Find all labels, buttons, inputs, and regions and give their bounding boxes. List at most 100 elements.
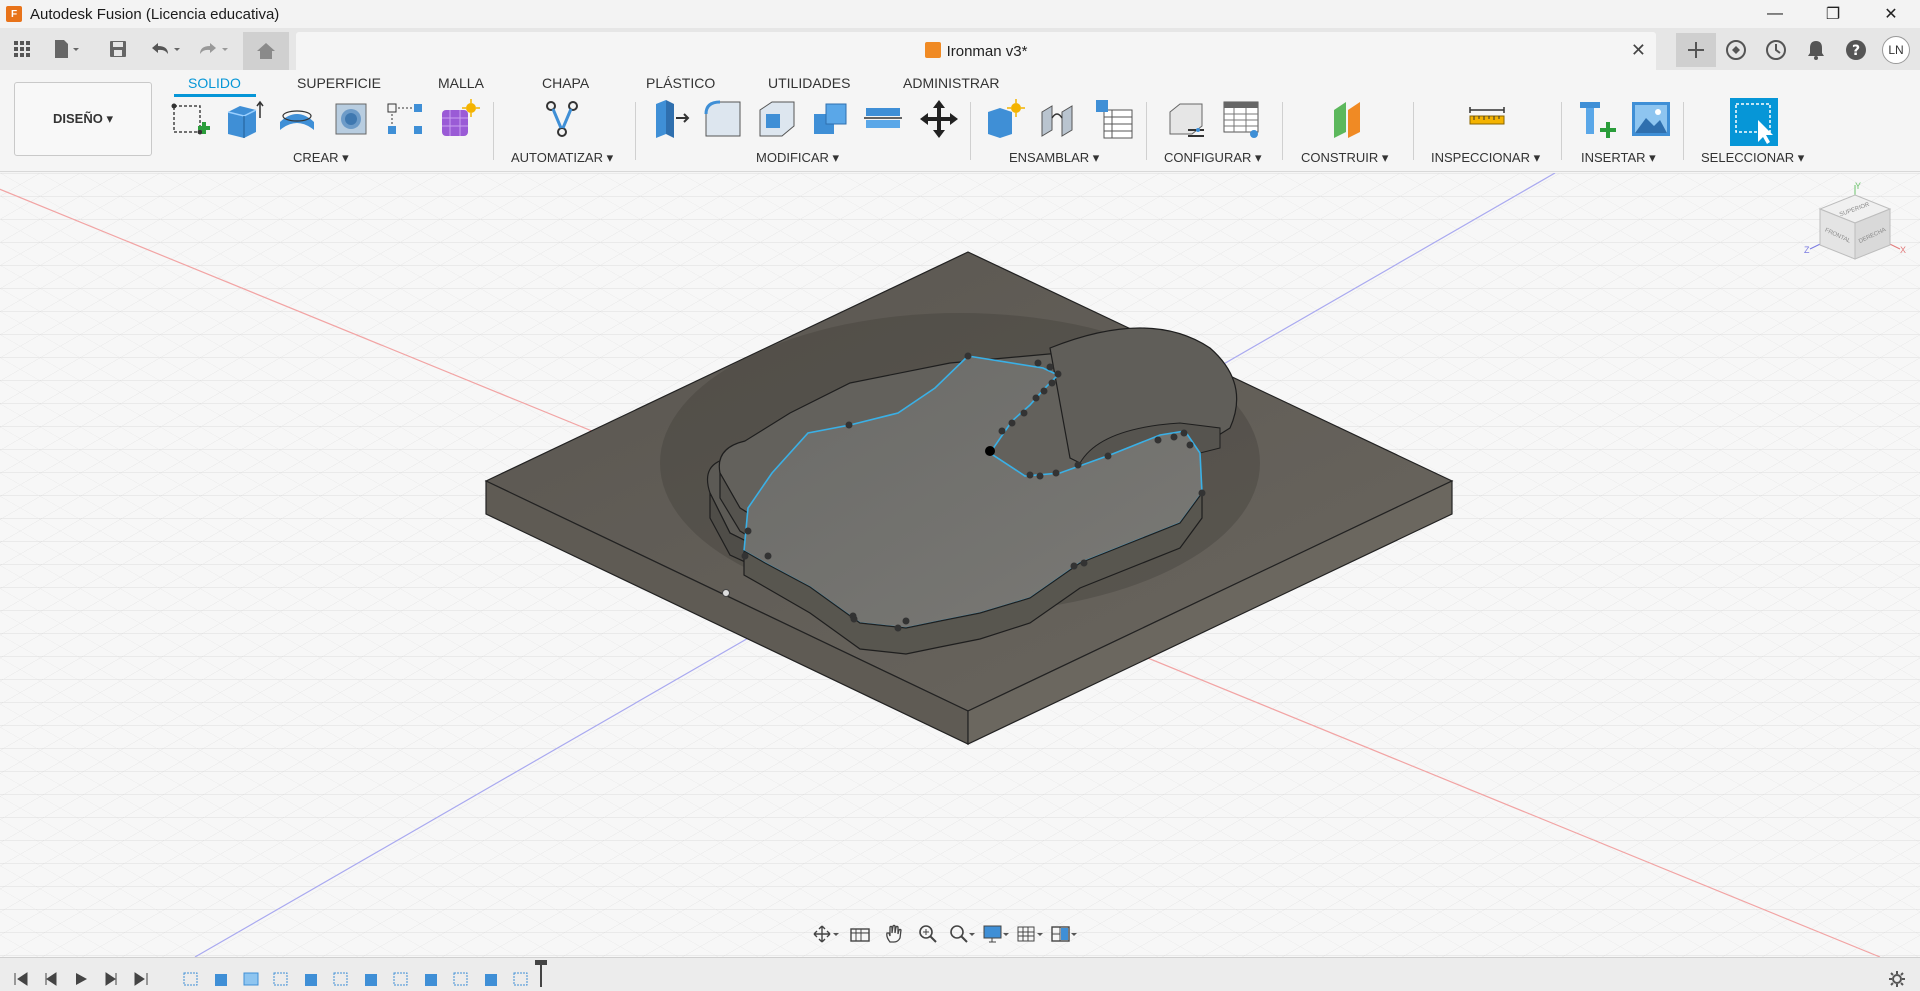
automate-icon[interactable] (541, 98, 583, 140)
group-inspeccionar[interactable]: INSPECCIONAR ▾ (1431, 150, 1540, 166)
file-menu-icon[interactable] (48, 36, 86, 62)
document-cube-icon (924, 42, 941, 58)
extensions-icon[interactable] (1716, 33, 1756, 67)
shell-icon[interactable] (756, 98, 798, 140)
group-seleccionar[interactable]: SELECCIONAR ▾ (1701, 150, 1804, 166)
viewport-canvas[interactable] (0, 173, 1920, 957)
new-component-icon[interactable] (984, 98, 1026, 140)
timeline-marker-icon[interactable] (532, 960, 550, 988)
close-window-button[interactable]: ✕ (1862, 0, 1920, 28)
insert-mcmaster-icon[interactable] (1576, 98, 1618, 140)
bill-of-materials-icon[interactable] (1092, 98, 1134, 140)
ribbon-separator (1282, 102, 1283, 160)
new-tab-plus-icon[interactable] (1676, 33, 1716, 67)
press-pull-icon[interactable] (650, 98, 692, 140)
tab-superficie[interactable]: SUPERFICIE (297, 75, 381, 91)
tab-malla[interactable]: MALLA (438, 75, 484, 91)
create-sketch-icon[interactable] (168, 98, 210, 140)
timeline-canvas-feature-icon[interactable] (242, 970, 260, 988)
workspace-switcher[interactable]: DISEÑO ▾ (14, 82, 152, 156)
fillet-icon[interactable] (702, 98, 744, 140)
group-ensamblar[interactable]: ENSAMBLAR ▾ (1009, 150, 1099, 166)
app-grid-icon[interactable] (8, 36, 36, 62)
revolve-icon[interactable] (276, 98, 318, 140)
timeline-extrude-feature-icon[interactable] (362, 970, 380, 988)
ribbon-separator (493, 102, 494, 160)
timeline-settings-gear-icon[interactable] (1888, 970, 1906, 988)
timeline-sketch-feature-icon[interactable] (332, 970, 350, 988)
viewports-icon[interactable] (1050, 922, 1078, 946)
group-construir[interactable]: CONSTRUIR ▾ (1301, 150, 1388, 166)
restore-button[interactable]: ❐ (1804, 0, 1862, 28)
split-body-icon[interactable] (862, 98, 904, 140)
undo-icon[interactable] (146, 36, 186, 62)
group-crear[interactable]: CREAR ▾ (293, 150, 349, 166)
minimize-button[interactable]: — (1746, 0, 1804, 28)
ribbon-separator (635, 102, 636, 160)
configuration-table-icon[interactable] (1220, 98, 1262, 140)
timeline-sketch-feature-icon[interactable] (452, 970, 470, 988)
toolbar-ribbon: DISEÑO ▾ SOLIDO SUPERFICIE MALLA CHAPA P… (0, 70, 1920, 172)
notifications-bell-icon[interactable] (1796, 33, 1836, 67)
timeline-extrude-feature-icon[interactable] (212, 970, 230, 988)
job-status-icon[interactable] (1756, 33, 1796, 67)
grid-settings-icon[interactable] (1016, 922, 1044, 946)
tab-utilidades[interactable]: UTILIDADES (768, 75, 850, 91)
configure-icon[interactable] (1166, 98, 1208, 140)
viewcube[interactable]: SUPERIOR FRONTAL DERECHA Y X Z (1800, 179, 1910, 279)
group-modificar[interactable]: MODIFICAR ▾ (756, 150, 839, 166)
timeline-previous-icon[interactable] (42, 970, 60, 988)
timeline-extrude-feature-icon[interactable] (422, 970, 440, 988)
insert-canvas-icon[interactable] (1630, 98, 1672, 140)
timeline-next-icon[interactable] (102, 970, 120, 988)
group-automatizar[interactable]: AUTOMATIZAR ▾ (511, 150, 613, 166)
pan-hand-icon[interactable] (880, 922, 908, 946)
joint-icon[interactable] (1038, 98, 1080, 140)
redo-icon[interactable] (194, 36, 234, 62)
zoom-icon[interactable] (914, 922, 942, 946)
navigation-bar (812, 920, 1112, 948)
combine-icon[interactable] (810, 98, 852, 140)
tab-solido[interactable]: SOLIDO (188, 75, 241, 91)
group-insertar[interactable]: INSERTAR ▾ (1581, 150, 1656, 166)
look-at-icon[interactable] (846, 922, 874, 946)
timeline-play-icon[interactable] (72, 970, 90, 988)
display-settings-icon[interactable] (982, 922, 1010, 946)
timeline-sketch-feature-icon[interactable] (512, 970, 530, 988)
save-icon[interactable] (104, 36, 132, 62)
hole-icon[interactable] (330, 98, 372, 140)
construct-plane-icon[interactable] (1326, 98, 1368, 140)
tab-chapa[interactable]: CHAPA (542, 75, 589, 91)
timeline-bar (0, 957, 1920, 991)
timeline-extrude-feature-icon[interactable] (302, 970, 320, 988)
timeline-sketch-feature-icon[interactable] (392, 970, 410, 988)
fusion-logo-icon: F (6, 6, 22, 22)
select-icon[interactable] (1730, 98, 1778, 146)
extrude-icon[interactable] (222, 98, 264, 140)
create-form-icon[interactable] (438, 98, 480, 140)
pattern-icon[interactable] (384, 98, 426, 140)
viewcube-axis-z: Z (1804, 245, 1810, 255)
document-tab[interactable]: Ironman v3* ✕ (296, 32, 1656, 70)
title-bar: F Autodesk Fusion (Licencia educativa) —… (0, 0, 1920, 28)
measure-icon[interactable] (1466, 98, 1508, 140)
tab-plastico[interactable]: PLÁSTICO (646, 75, 715, 91)
document-title: Ironman v3* (946, 43, 1028, 60)
close-document-button[interactable]: ✕ (1631, 40, 1646, 61)
help-icon[interactable]: ? (1836, 33, 1876, 67)
fit-zoom-icon[interactable] (948, 922, 976, 946)
3d-viewport[interactable]: SUPERIOR FRONTAL DERECHA Y X Z (0, 173, 1920, 957)
quick-access-bar: Ironman v3* ✕ ? LN (0, 28, 1920, 70)
timeline-extrude-feature-icon[interactable] (482, 970, 500, 988)
group-configurar[interactable]: CONFIGURAR ▾ (1164, 150, 1262, 166)
user-avatar[interactable]: LN (1882, 36, 1910, 64)
timeline-sketch-feature-icon[interactable] (182, 970, 200, 988)
home-tab-icon[interactable] (243, 32, 289, 70)
orbit-icon[interactable] (812, 922, 840, 946)
ribbon-separator (1413, 102, 1414, 160)
timeline-first-icon[interactable] (12, 970, 30, 988)
tab-administrar[interactable]: ADMINISTRAR (903, 75, 999, 91)
timeline-sketch-feature-icon[interactable] (272, 970, 290, 988)
timeline-last-icon[interactable] (132, 970, 150, 988)
move-copy-icon[interactable] (918, 98, 960, 140)
